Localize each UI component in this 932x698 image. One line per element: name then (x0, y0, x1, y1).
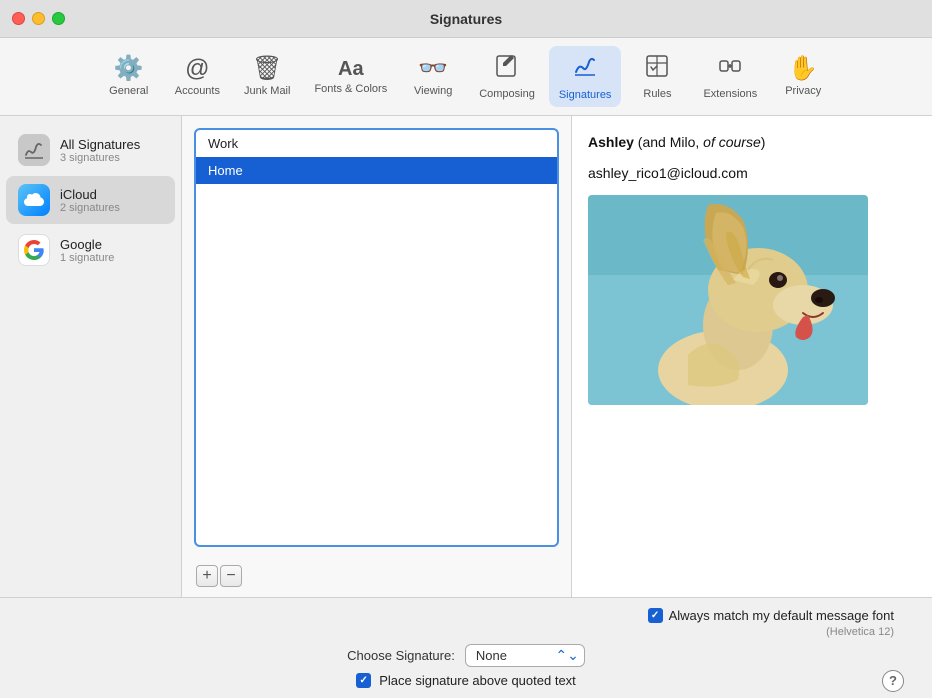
general-icon: ⚙️ (114, 57, 144, 81)
toolbar-label-fonts-colors: Fonts & Colors (314, 83, 387, 95)
all-signatures-name: All Signatures (60, 137, 140, 152)
toolbar-item-signatures[interactable]: Signatures (549, 46, 622, 107)
toolbar-label-general: General (109, 85, 148, 97)
toolbar-item-fonts-colors[interactable]: Aa Fonts & Colors (304, 53, 397, 101)
toolbar-label-composing: Composing (479, 88, 535, 100)
toolbar-label-accounts: Accounts (175, 85, 220, 97)
add-signature-button[interactable]: + (196, 565, 218, 587)
choose-sig-select[interactable]: None Work Home Random (465, 644, 585, 667)
fonts-colors-icon: Aa (338, 59, 364, 79)
all-signatures-icon (18, 134, 50, 166)
content-area: All Signatures 3 signatures iCloud 2 sig… (0, 116, 932, 597)
toolbar-label-junk-mail: Junk Mail (244, 85, 290, 97)
toolbar-item-extensions[interactable]: Extensions (693, 47, 767, 106)
middle-panel: Work Home + − (182, 116, 572, 597)
place-above-label: Place signature above quoted text (379, 673, 576, 688)
toolbar-item-privacy[interactable]: ✋ Privacy (771, 51, 835, 103)
privacy-icon: ✋ (788, 57, 818, 81)
quoted-text-row: Place signature above quoted text (356, 673, 576, 688)
composing-icon (494, 53, 520, 84)
choose-sig-row: Choose Signature: None Work Home Random … (20, 644, 912, 667)
google-text: Google 1 signature (60, 237, 114, 264)
font-match-row: Always match my default message font (648, 608, 894, 623)
toolbar-item-general[interactable]: ⚙️ General (97, 51, 161, 103)
sig-item-work[interactable]: Work (196, 130, 557, 157)
icloud-icon (18, 184, 50, 216)
sig-preview-email: ashley_rico1@icloud.com (588, 165, 916, 181)
extensions-icon (717, 53, 743, 84)
icloud-name: iCloud (60, 187, 120, 202)
sidebar: All Signatures 3 signatures iCloud 2 sig… (0, 116, 182, 597)
toolbar-item-composing[interactable]: Composing (469, 47, 545, 106)
sig-preview-name: Ashley (and Milo, of course) (588, 132, 916, 153)
preview-panel: Ashley (and Milo, of course) ashley_rico… (572, 116, 932, 597)
icloud-text: iCloud 2 signatures (60, 187, 120, 214)
window-title: Signatures (430, 11, 502, 27)
options-bar: Always match my default message font (He… (0, 597, 932, 698)
google-name: Google (60, 237, 114, 252)
junk-mail-icon: 🗑 (252, 57, 282, 81)
font-hint: (Helvetica 12) (826, 626, 894, 638)
toolbar-item-rules[interactable]: Rules (625, 47, 689, 106)
google-icon (18, 234, 50, 266)
rules-icon (644, 53, 670, 84)
toolbar-label-rules: Rules (643, 88, 671, 100)
toolbar-item-junk-mail[interactable]: 🗑 Junk Mail (234, 51, 300, 103)
toolbar-label-viewing: Viewing (414, 85, 452, 97)
signatures-icon (571, 52, 599, 85)
toolbar: ⚙️ General @ Accounts 🗑 Junk Mail Aa Fon… (0, 38, 932, 116)
choose-sig-select-wrapper: None Work Home Random ⌃⌄ (465, 644, 585, 667)
all-signatures-text: All Signatures 3 signatures (60, 137, 140, 164)
titlebar: Signatures (0, 0, 932, 38)
icloud-count: 2 signatures (60, 202, 120, 214)
main-content: All Signatures 3 signatures iCloud 2 sig… (0, 116, 932, 698)
sig-preview-image (588, 195, 868, 405)
zoom-button[interactable] (52, 12, 65, 25)
choose-sig-label: Choose Signature: (347, 648, 455, 663)
font-match-label: Always match my default message font (669, 608, 894, 623)
toolbar-item-accounts[interactable]: @ Accounts (165, 51, 230, 103)
close-button[interactable] (12, 12, 25, 25)
sig-item-home[interactable]: Home (196, 157, 557, 184)
sig-name-bold: Ashley (588, 134, 634, 150)
place-above-checkbox[interactable] (356, 673, 371, 688)
sig-name-suffix: (and Milo, of course) (634, 134, 766, 150)
toolbar-label-signatures: Signatures (559, 89, 612, 101)
sidebar-item-all-signatures[interactable]: All Signatures 3 signatures (6, 126, 175, 174)
viewing-icon: 👓 (418, 57, 448, 81)
traffic-lights (12, 12, 65, 25)
accounts-icon: @ (185, 57, 209, 81)
remove-signature-button[interactable]: − (220, 565, 242, 587)
sig-italic: of course (703, 134, 761, 150)
all-signatures-count: 3 signatures (60, 152, 140, 164)
help-button[interactable]: ? (882, 670, 904, 692)
sidebar-item-google[interactable]: Google 1 signature (6, 226, 175, 274)
sig-list-container: Work Home (182, 116, 571, 559)
google-count: 1 signature (60, 252, 114, 264)
sidebar-item-icloud[interactable]: iCloud 2 signatures (6, 176, 175, 224)
toolbar-label-extensions: Extensions (703, 88, 757, 100)
sig-list-actions: + − (182, 559, 571, 597)
minimize-button[interactable] (32, 12, 45, 25)
toolbar-item-viewing[interactable]: 👓 Viewing (401, 51, 465, 103)
font-match-checkbox[interactable] (648, 608, 663, 623)
signature-list: Work Home (194, 128, 559, 547)
toolbar-label-privacy: Privacy (785, 85, 821, 97)
